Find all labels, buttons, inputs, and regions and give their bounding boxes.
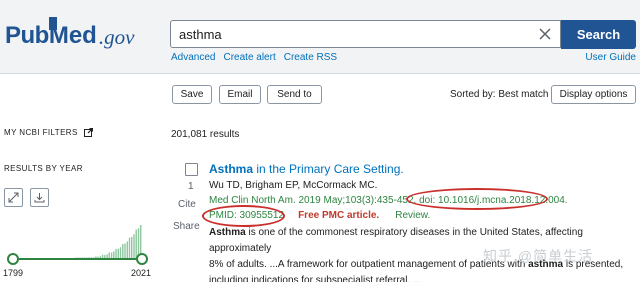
display-options-button[interactable]: Display options [551,85,636,104]
timeline-bar [131,236,133,258]
search-box [170,20,561,48]
timeline-bar [106,254,108,258]
free-pmc-badge: Free PMC article. [298,210,380,221]
results-by-year-timeline[interactable] [0,215,160,265]
send-to-button[interactable]: Send to [267,85,322,104]
results-by-year-title: RESULTS BY YEAR [4,164,83,173]
external-link-icon [83,128,93,137]
timeline-bar [135,229,137,258]
my-ncbi-filters[interactable]: MY NCBI FILTERS [4,128,93,137]
share-button[interactable]: Share [173,221,200,232]
expand-timeline-button[interactable] [4,188,23,207]
timeline-bar [97,256,99,258]
timeline-bar [81,257,84,258]
save-button[interactable]: Save [172,85,212,104]
timeline-bar [124,243,126,258]
result-count: 201,081 results [171,129,240,140]
cite-button[interactable]: Cite [178,199,196,210]
search-button[interactable]: Search [561,20,636,49]
download-timeline-button[interactable] [30,188,49,207]
timeline-bar [79,257,81,258]
timeline-bar [108,252,110,258]
timeline-bar [99,256,102,258]
timeline-bar [84,257,86,258]
result-number: 1 [188,181,194,192]
email-button[interactable]: Email [219,85,261,104]
logo-mark [48,17,57,30]
pubmed-logo[interactable]: Pub Med .gov [5,17,135,50]
ncbi-filters-label: MY NCBI FILTERS [4,128,78,137]
create-alert-link[interactable]: Create alert [223,52,275,63]
timeline-bar [137,228,140,258]
timeline-bar [92,257,95,258]
result-authors: Wu TD, Brigham EP, McCormack MC. [209,180,378,191]
logo-gov: .gov [98,25,135,49]
timeline-bar [101,254,104,258]
expand-icon [8,192,19,203]
zhihu-watermark: 知乎 @简单生活 [483,248,594,264]
timeline-bar [110,252,113,258]
timeline-bar [133,234,135,258]
title-rest: in the Primary Care Setting. [253,162,404,176]
timeline-bar [122,244,124,258]
timeline-histogram [75,225,142,258]
timeline-bar [126,241,128,258]
snippet-line-3: including indications for subspecialist … [209,275,422,282]
timeline-bar [88,257,90,258]
download-icon [34,193,45,203]
timeline-start-handle[interactable] [7,253,19,265]
timeline-bar [113,251,115,258]
user-guide-link[interactable]: User Guide [585,52,636,63]
create-rss-link[interactable]: Create RSS [284,52,337,63]
timeline-bar [90,257,93,258]
timeline-bar [115,248,117,258]
pmid-highlight-circle [202,205,285,227]
logo-pub: Pub [5,22,49,49]
snippet-highlight-1: Asthma [209,227,246,238]
header: Pub Med .gov Search Advanced Create aler… [0,0,640,74]
sort-label[interactable]: Sorted by: Best match [450,89,548,100]
search-sub-links: Advanced Create alert Create RSS [171,52,337,63]
timeline-bar [77,257,79,258]
result-title-link[interactable]: Asthma in the Primary Care Setting. [209,162,404,176]
search-input[interactable] [171,22,521,46]
timeline-bar [86,257,88,258]
logo-med: Med [48,17,97,50]
snippet-text-2a: 8% of adults. ...A framework for outpati… [209,259,529,270]
timeline-bar [104,255,106,258]
timeline-bar [128,237,131,258]
title-highlight: Asthma [209,162,254,176]
result-checkbox[interactable] [185,163,198,176]
timeline-bar [140,225,142,258]
close-icon[interactable] [538,27,552,41]
timeline-bar [95,256,97,258]
doi-highlight-circle [406,188,548,210]
timeline-end-handle[interactable] [136,253,148,265]
publication-type: Review. [395,210,431,221]
timeline-bar [117,248,119,258]
timeline-year-start: 1799 [3,268,24,278]
timeline-bar [75,257,77,258]
timeline-bar [119,247,122,258]
advanced-link[interactable]: Advanced [171,52,215,63]
timeline-year-end: 2021 [131,268,152,278]
